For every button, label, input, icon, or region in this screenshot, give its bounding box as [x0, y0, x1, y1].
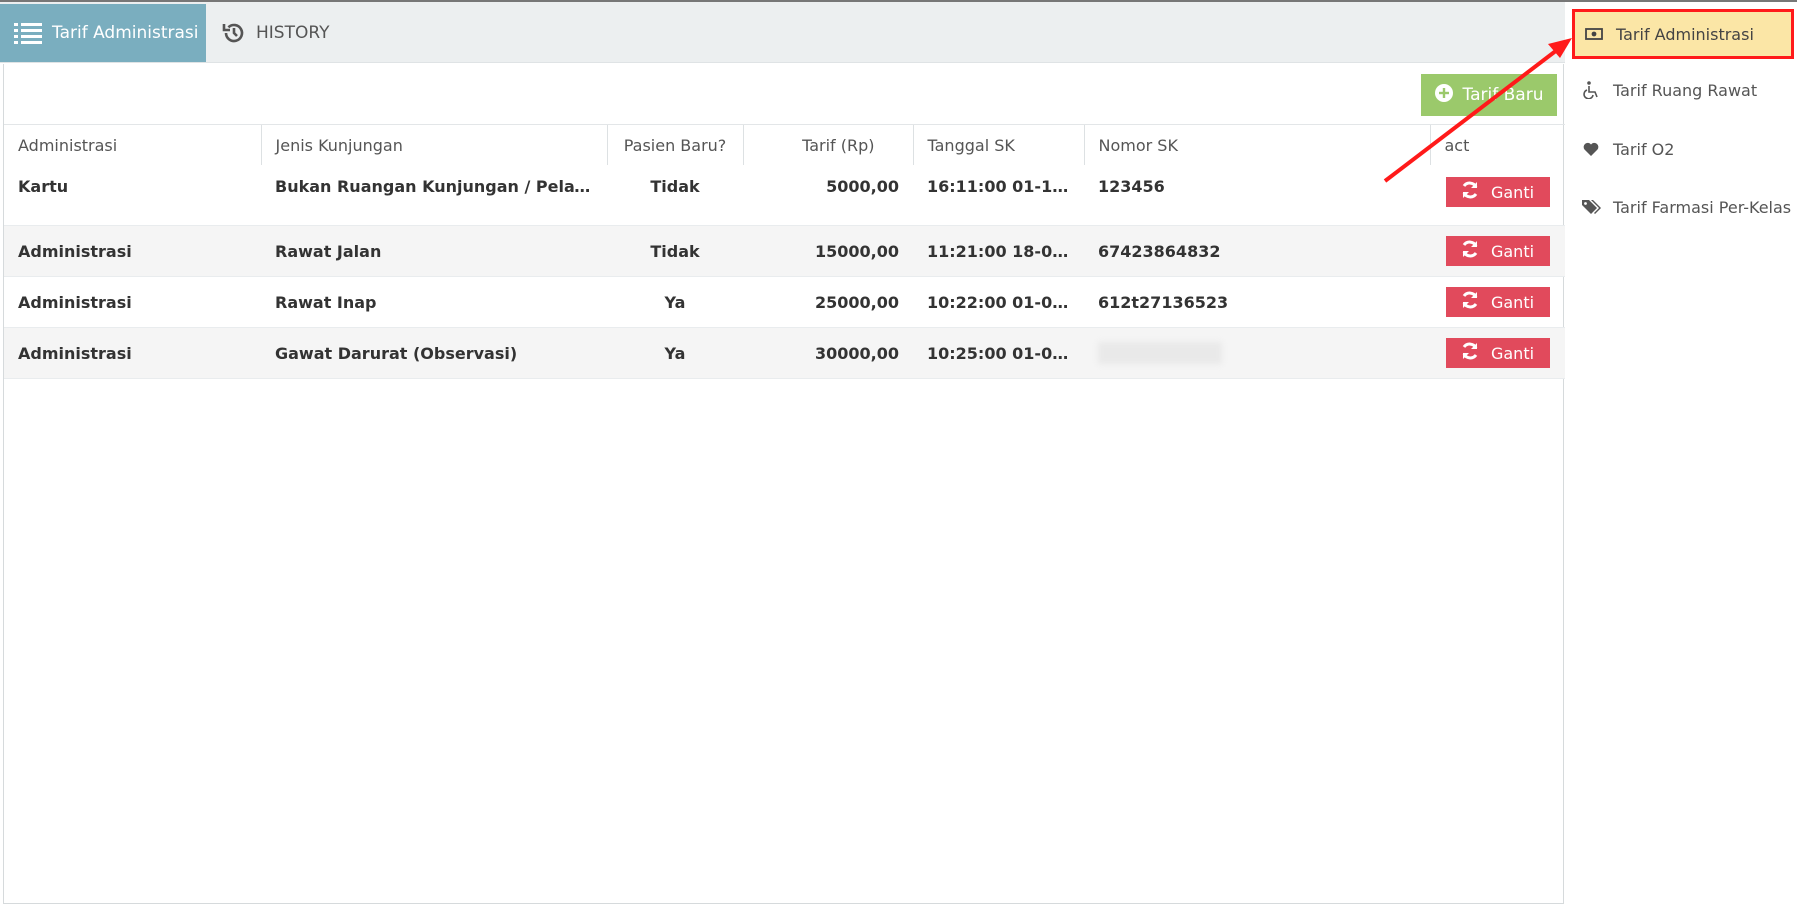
ganti-label: Ganti [1490, 241, 1535, 261]
cell-jenis: Rawat Jalan [261, 225, 607, 277]
col-tarif[interactable]: Tarif (Rp) [742, 125, 913, 165]
cell-act: Ganti [1430, 327, 1565, 379]
sidebar-item-label: Tarif Administrasi [1616, 24, 1754, 44]
tags-icon [1581, 199, 1601, 215]
tab-tarif-administrasi[interactable]: Tarif Administrasi [0, 4, 206, 62]
main-panel: Tarif Administrasi HISTORY Tarif Baru Ad… [0, 2, 1565, 906]
ganti-button[interactable]: Ganti [1445, 177, 1550, 207]
cell-administrasi: Kartu [4, 165, 261, 226]
cell-pasien-baru: Tidak [607, 225, 743, 277]
ganti-label: Ganti [1490, 343, 1535, 363]
history-icon [222, 21, 246, 45]
cell-tanggal: 10:22:00 01-08-2... [913, 276, 1084, 328]
col-tanggal-sk[interactable]: Tanggal SK [912, 125, 1084, 165]
cell-administrasi: Administrasi [4, 327, 261, 379]
money-icon [1584, 28, 1604, 40]
sidebar-item-tarif-farmasi[interactable]: Tarif Farmasi Per-Kelas [1565, 180, 1797, 234]
cell-tanggal: 10:25:00 01-08-2... [913, 327, 1084, 379]
table-header: Administrasi Jenis Kunjungan Pasien Baru… [4, 125, 1565, 165]
cell-tarif: 30000,00 [743, 327, 913, 379]
col-nomor-sk[interactable]: Nomor SK [1083, 125, 1430, 165]
tarif-panel: Tarif Baru Administrasi Jenis Kunjungan … [3, 64, 1565, 904]
cell-nomor: 67423864832 [1084, 225, 1430, 277]
tab-label: Tarif Administrasi [52, 23, 199, 43]
col-act[interactable]: act [1429, 125, 1565, 165]
cell-tarif: 5000,00 [743, 165, 913, 226]
cell-nomor: 612t27136523 [1084, 276, 1430, 328]
cell-tanggal: 11:21:00 18-08-2... [913, 225, 1084, 277]
cell-jenis: Gawat Darurat (Observasi) [261, 327, 607, 379]
cell-act: Ganti [1430, 165, 1565, 226]
tarif-baru-button[interactable]: Tarif Baru [1421, 74, 1557, 116]
wheelchair-icon [1581, 81, 1601, 99]
sidebar-item-label: Tarif Ruang Rawat [1613, 80, 1758, 100]
sidebar-item-tarif-ruang-rawat[interactable]: Tarif Ruang Rawat [1565, 63, 1797, 117]
tab-label: HISTORY [256, 23, 330, 43]
sidebar-item-tarif-o2[interactable]: Tarif O2 [1565, 122, 1797, 176]
redacted-value [1098, 342, 1222, 364]
cell-nomor: 123456 [1084, 165, 1430, 226]
cell-pasien-baru: Ya [607, 276, 743, 328]
ganti-button[interactable]: Ganti [1445, 236, 1550, 266]
col-jenis-kunjungan[interactable]: Jenis Kunjungan [260, 125, 607, 165]
cell-administrasi: Administrasi [4, 225, 261, 277]
tarif-baru-label: Tarif Baru [1462, 85, 1544, 105]
list-icon [14, 22, 42, 44]
refresh-icon [1461, 342, 1479, 364]
cell-act: Ganti [1430, 276, 1565, 328]
cell-tarif: 25000,00 [743, 276, 913, 328]
tab-history[interactable]: HISTORY [206, 4, 356, 62]
sidebar-item-label: Tarif Farmasi Per-Kelas [1613, 197, 1792, 217]
cell-pasien-baru: Tidak [607, 165, 743, 226]
refresh-icon [1461, 240, 1479, 262]
col-administrasi[interactable]: Administrasi [4, 125, 261, 165]
tab-bar: Tarif Administrasi HISTORY [0, 2, 1565, 63]
cell-nomor [1084, 327, 1430, 379]
cell-jenis: Bukan Ruangan Kunjungan / Pelayanan [261, 165, 607, 226]
cell-tanggal: 16:11:00 01-11-2... [913, 165, 1084, 226]
tarif-table: Administrasi Jenis Kunjungan Pasien Baru… [4, 125, 1565, 379]
ganti-label: Ganti [1490, 292, 1535, 312]
plus-circle-icon [1434, 83, 1453, 107]
col-pasien-baru[interactable]: Pasien Baru? [606, 125, 743, 165]
sidebar-item-tarif-administrasi[interactable]: Tarif Administrasi [1572, 9, 1794, 59]
table-row[interactable]: Administrasi Rawat Inap Ya 25000,00 10:2… [4, 276, 1565, 328]
heart-icon [1581, 142, 1601, 156]
cell-act: Ganti [1430, 225, 1565, 277]
refresh-icon [1461, 291, 1479, 313]
refresh-icon [1461, 181, 1479, 203]
table-row[interactable]: Administrasi Gawat Darurat (Observasi) Y… [4, 327, 1565, 379]
sidebar-item-label: Tarif O2 [1613, 139, 1675, 159]
cell-pasien-baru: Ya [607, 327, 743, 379]
right-sidebar: Tarif Administrasi Tarif Ruang Rawat Tar… [1565, 2, 1797, 906]
ganti-button[interactable]: Ganti [1445, 338, 1550, 368]
table-row[interactable]: Kartu Bukan Ruangan Kunjungan / Pelayana… [4, 165, 1565, 226]
ganti-label: Ganti [1490, 182, 1535, 202]
ganti-button[interactable]: Ganti [1445, 287, 1550, 317]
table-row[interactable]: Administrasi Rawat Jalan Tidak 15000,00 … [4, 225, 1565, 277]
cell-jenis: Rawat Inap [261, 276, 607, 328]
cell-tarif: 15000,00 [743, 225, 913, 277]
cell-administrasi: Administrasi [4, 276, 261, 328]
